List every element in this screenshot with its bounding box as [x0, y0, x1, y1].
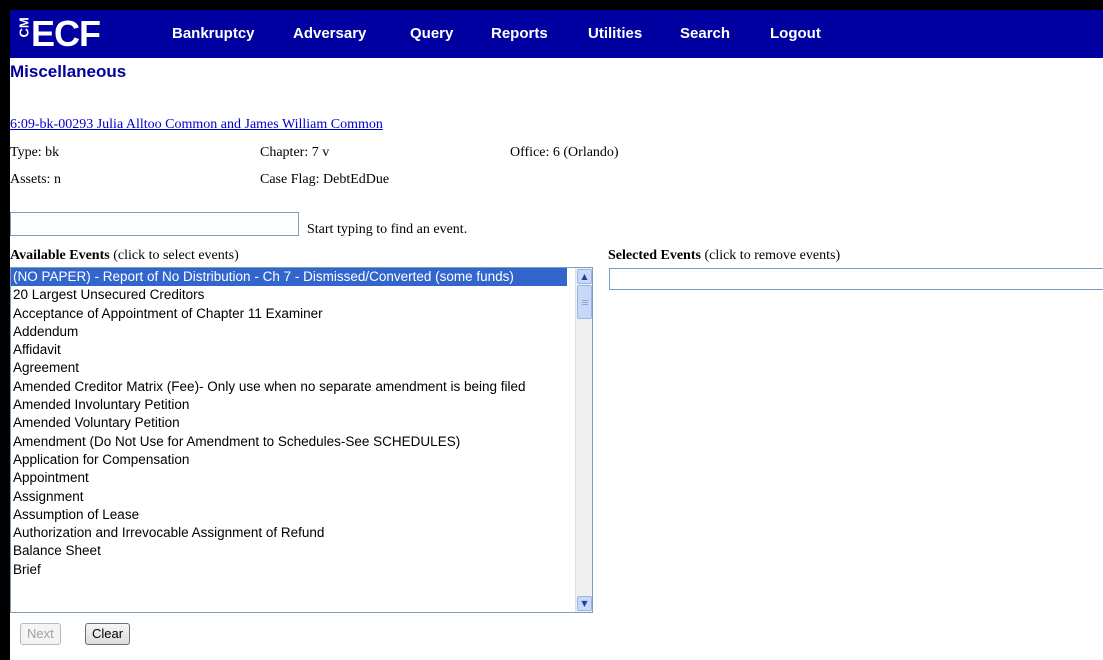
list-item[interactable]: Assumption of Lease: [11, 506, 567, 524]
list-item[interactable]: Assignment: [11, 488, 567, 506]
selected-events-title: Selected Events: [608, 248, 701, 263]
list-item[interactable]: Affidavit: [11, 341, 567, 359]
available-events-note: (click to select events): [109, 248, 239, 263]
list-item[interactable]: Acceptance of Appointment of Chapter 11 …: [11, 305, 567, 323]
list-item[interactable]: Amended Voluntary Petition: [11, 414, 567, 432]
menu-utilities[interactable]: Utilities: [588, 25, 642, 42]
selected-events-list[interactable]: [609, 268, 1103, 290]
menu-query[interactable]: Query: [410, 25, 453, 42]
list-item[interactable]: (NO PAPER) - Report of No Distribution -…: [11, 268, 567, 287]
list-item[interactable]: Appointment: [11, 469, 567, 487]
scroll-down-arrow-icon[interactable]: ▼: [577, 596, 592, 611]
available-events-items: (NO PAPER) - Report of No Distribution -…: [11, 268, 567, 579]
search-hint: Start typing to find an event.: [307, 222, 468, 237]
case-office: Office: 6 (Orlando): [510, 145, 619, 160]
case-link[interactable]: 6:09-bk-00293 Julia Alltoo Common and Ja…: [10, 117, 383, 133]
menu-adversary[interactable]: Adversary: [293, 25, 366, 42]
available-events-label: Available Events (click to select events…: [10, 248, 239, 264]
scroll-thumb[interactable]: [577, 285, 592, 319]
list-item[interactable]: Amended Creditor Matrix (Fee)- Only use …: [11, 378, 567, 396]
list-item[interactable]: Application for Compensation: [11, 451, 567, 469]
selected-events-note: (click to remove events): [700, 248, 841, 263]
clear-button[interactable]: Clear: [85, 623, 131, 645]
menu-bankruptcy[interactable]: Bankruptcy: [172, 25, 255, 42]
list-scrollbar[interactable]: ▲ ▼: [575, 268, 592, 612]
list-item[interactable]: Authorization and Irrevocable Assignment…: [11, 524, 567, 542]
event-search-input[interactable]: [10, 212, 299, 236]
list-item[interactable]: Amended Involuntary Petition: [11, 396, 567, 414]
available-events-list[interactable]: (NO PAPER) - Report of No Distribution -…: [10, 267, 593, 613]
menu-bar: CM ECF Bankruptcy Adversary Query Report…: [10, 10, 1103, 58]
selected-events-label: Selected Events (click to remove events): [608, 248, 840, 264]
available-events-title: Available Events: [10, 248, 110, 263]
menu-logout[interactable]: Logout: [770, 25, 821, 42]
case-type: Type: bk: [10, 145, 60, 160]
list-item[interactable]: 20 Largest Unsecured Creditors: [11, 286, 567, 304]
list-item[interactable]: Agreement: [11, 359, 567, 377]
case-chapter: Chapter: 7 v: [260, 145, 330, 160]
page-title: Miscellaneous: [10, 62, 127, 81]
logo-ecf-text: ECF: [31, 13, 101, 54]
logo-cm-text: CM: [16, 17, 32, 38]
list-item[interactable]: Addendum: [11, 323, 567, 341]
list-item[interactable]: Amendment (Do Not Use for Amendment to S…: [11, 433, 567, 451]
list-item[interactable]: Balance Sheet: [11, 542, 567, 560]
case-assets: Assets: n: [10, 172, 61, 187]
next-button[interactable]: Next: [20, 623, 61, 645]
menu-search[interactable]: Search: [680, 25, 730, 42]
list-item[interactable]: Brief: [11, 561, 567, 579]
page-frame: CM ECF Bankruptcy Adversary Query Report…: [10, 10, 1103, 660]
menu-reports[interactable]: Reports: [491, 25, 548, 42]
scroll-up-arrow-icon[interactable]: ▲: [577, 269, 592, 284]
scroll-grip-icon: [582, 300, 588, 301]
case-flag: Case Flag: DebtEdDue: [260, 172, 390, 187]
